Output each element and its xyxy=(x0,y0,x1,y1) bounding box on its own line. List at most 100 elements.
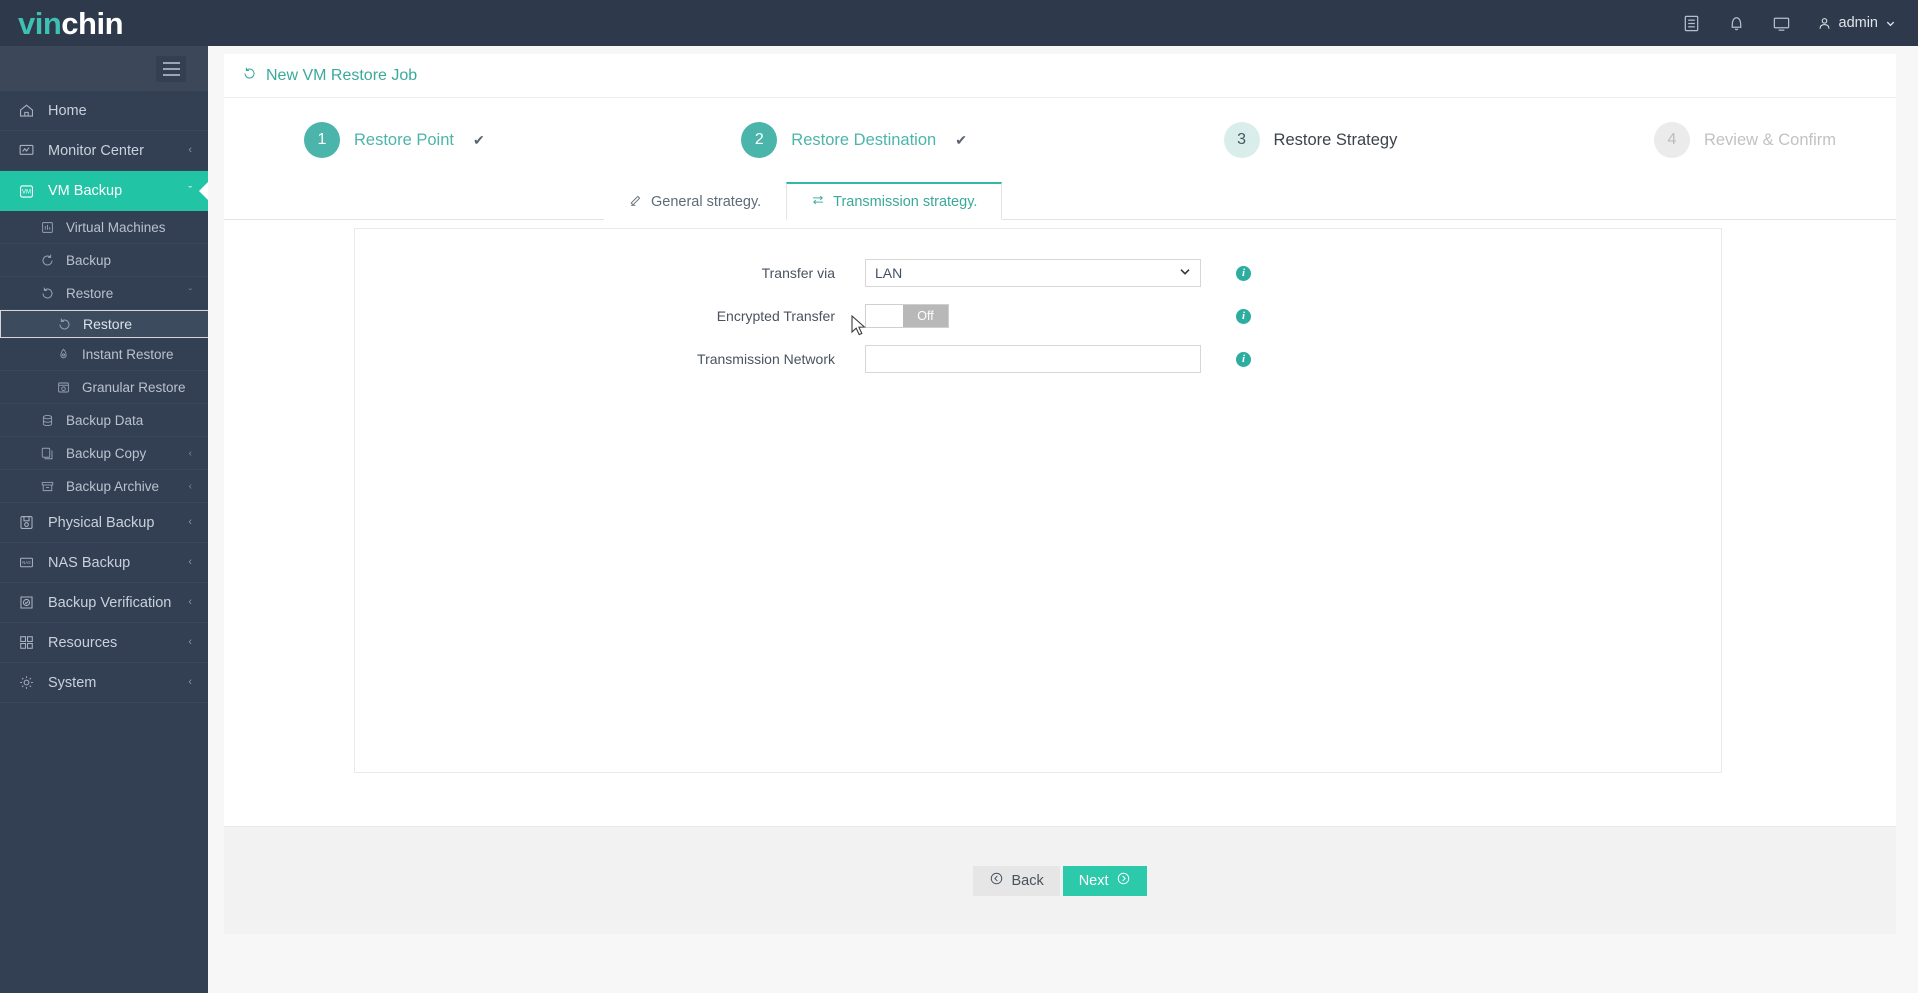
sidebar-item-backup[interactable]: Backup xyxy=(0,244,208,277)
encrypted-transfer-info-icon[interactable]: i xyxy=(1236,308,1251,324)
sidebar-item-label: Virtual Machines xyxy=(66,219,166,235)
transfer-via-label: Transfer via xyxy=(761,265,835,281)
arrow-right-circle-icon xyxy=(1116,871,1131,890)
transmission-network-info-icon[interactable]: i xyxy=(1236,351,1251,367)
step-number: 3 xyxy=(1223,122,1260,158)
list-icon[interactable] xyxy=(1682,14,1701,33)
sidebar-item-physical-backup[interactable]: Physical Backup ‹ xyxy=(0,503,208,543)
nas-icon: NAS xyxy=(18,554,40,571)
tab-general-strategy[interactable]: General strategy. xyxy=(604,182,787,220)
toggle-knob xyxy=(866,305,903,327)
user-menu[interactable]: admin xyxy=(1817,15,1897,31)
sidebar-item-granular-restore[interactable]: Granular Restore xyxy=(0,371,208,404)
step-check-icon: ✔ xyxy=(955,131,967,148)
back-button[interactable]: Back xyxy=(973,865,1060,896)
sidebar-caret: ‹ xyxy=(188,596,192,608)
step-number: 1 xyxy=(304,122,340,158)
sidebar-caret: ˇ xyxy=(188,184,192,197)
chevron-down-icon xyxy=(1886,21,1895,26)
sidebar-caret: ‹ xyxy=(188,447,192,459)
strategy-tabs: General strategy. Transmission strategy. xyxy=(224,182,1896,220)
granular-restore-icon xyxy=(56,380,76,395)
encrypted-transfer-toggle[interactable]: Off xyxy=(865,304,949,328)
sidebar-item-instant-restore[interactable]: Instant Restore xyxy=(0,338,208,371)
transfer-arrows-icon xyxy=(811,193,825,211)
tab-label: Transmission strategy. xyxy=(833,193,978,210)
step-number: 2 xyxy=(741,122,778,158)
vm-icon: VM xyxy=(18,183,40,200)
main-content: New VM Restore Job 1 Restore Point ✔ 2 R… xyxy=(208,46,1918,993)
transmission-strategy-panel: Transfer via LAN i Encrypted Transfer Of… xyxy=(354,228,1722,773)
sidebar-item-label: Home xyxy=(48,102,87,119)
home-icon xyxy=(18,102,40,119)
sidebar-caret: ‹ xyxy=(188,516,192,528)
transfer-via-info-icon[interactable]: i xyxy=(1236,265,1251,281)
field-row-transmission-network: Transmission Network i xyxy=(355,345,1721,373)
next-button[interactable]: Next xyxy=(1062,865,1147,896)
sidebar-item-label: NAS Backup xyxy=(48,554,131,571)
sidebar-toggle-button[interactable] xyxy=(156,55,186,82)
step-restore-strategy[interactable]: 3 Restore Strategy xyxy=(1223,122,1398,158)
page-title: New VM Restore Job xyxy=(224,54,1896,98)
step-restore-point[interactable]: 1 Restore Point ✔ xyxy=(304,122,485,158)
back-button-label: Back xyxy=(1011,872,1044,889)
restore-circular-arrow-icon xyxy=(242,66,257,86)
transfer-via-select[interactable]: LAN xyxy=(865,259,1201,287)
svg-text:VM: VM xyxy=(22,189,31,195)
gear-icon xyxy=(18,674,40,691)
sidebar-item-backup-copy[interactable]: Backup Copy ‹ xyxy=(0,437,208,470)
monitor-icon[interactable] xyxy=(1772,14,1791,33)
sidebar-caret: ˇ xyxy=(188,287,192,299)
sidebar-item-nas-backup[interactable]: NAS NAS Backup ‹ xyxy=(0,543,208,583)
sidebar-item-backup-archive[interactable]: Backup Archive ‹ xyxy=(0,470,208,503)
sidebar-item-restore[interactable]: Restore xyxy=(0,310,208,338)
sidebar-item-backup-verification[interactable]: Backup Verification ‹ xyxy=(0,583,208,623)
sidebar-item-virtual-machines[interactable]: Virtual Machines xyxy=(0,211,208,244)
sidebar-item-resources[interactable]: Resources ‹ xyxy=(0,623,208,663)
virtual-machines-icon xyxy=(40,220,60,235)
app-logo[interactable]: vinchin xyxy=(18,5,124,41)
transfer-via-control: LAN xyxy=(865,259,1201,287)
step-review-confirm: 4 Review & Confirm xyxy=(1653,122,1836,158)
sidebar-item-home[interactable]: Home xyxy=(0,91,208,131)
step-label: Review & Confirm xyxy=(1703,130,1836,149)
step-label: Restore Destination xyxy=(791,130,937,149)
sidebar-item-label: Backup xyxy=(66,252,112,268)
sidebar-item-system[interactable]: System ‹ xyxy=(0,663,208,703)
hamburger-bar xyxy=(162,67,180,70)
sidebar-item-label: VM Backup xyxy=(48,183,123,199)
physical-backup-icon xyxy=(18,514,40,531)
page-container: New VM Restore Job 1 Restore Point ✔ 2 R… xyxy=(224,54,1896,934)
field-row-transfer-via: Transfer via LAN i xyxy=(355,259,1721,287)
sidebar-item-restore-group[interactable]: Restore ˇ xyxy=(0,277,208,310)
restore-icon xyxy=(57,317,77,332)
sidebar-item-label: Restore xyxy=(66,285,114,301)
instant-restore-icon xyxy=(56,347,76,362)
logo-text-primary: vin xyxy=(18,5,62,41)
sidebar-caret: ‹ xyxy=(188,676,192,688)
hamburger-bar xyxy=(162,73,180,76)
sidebar-item-label: Physical Backup xyxy=(48,514,155,531)
chevron-down-icon xyxy=(1179,266,1191,281)
sidebar-item-backup-data[interactable]: Backup Data xyxy=(0,404,208,437)
step-label: Restore Strategy xyxy=(1273,130,1398,149)
bell-icon[interactable] xyxy=(1727,14,1746,33)
toggle-state-label: Off xyxy=(902,305,948,327)
transmission-network-input[interactable] xyxy=(865,345,1201,373)
copy-icon xyxy=(40,446,60,461)
step-restore-destination[interactable]: 2 Restore Destination ✔ xyxy=(741,122,967,158)
wizard-steps: 1 Restore Point ✔ 2 Restore Destination … xyxy=(224,98,1896,182)
sidebar-item-label: Backup Copy xyxy=(66,445,147,461)
sidebar-item-label: Backup Verification xyxy=(48,594,172,611)
sidebar-item-label: Restore xyxy=(83,316,133,332)
tab-transmission-strategy[interactable]: Transmission strategy. xyxy=(786,182,1003,220)
wizard-footer: Back Next xyxy=(224,826,1896,934)
sidebar-item-label: Backup Archive xyxy=(66,478,160,494)
transmission-network-label: Transmission Network xyxy=(697,351,835,367)
sidebar-caret: ‹ xyxy=(188,556,192,568)
sidebar-item-monitor-center[interactable]: Monitor Center ‹ xyxy=(0,131,208,171)
sidebar-item-vm-backup[interactable]: VM VM Backup ˇ xyxy=(0,171,208,211)
page-title-text: New VM Restore Job xyxy=(266,66,418,84)
pencil-icon xyxy=(629,193,643,211)
encrypted-transfer-label: Encrypted Transfer xyxy=(716,308,835,324)
